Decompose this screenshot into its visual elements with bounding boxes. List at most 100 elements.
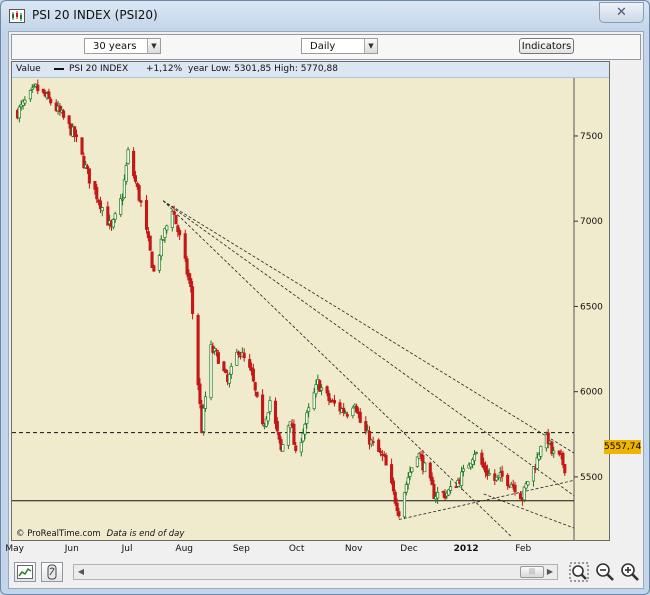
candle-body	[28, 89, 32, 100]
candle-body	[275, 421, 279, 432]
watermark-brand: © ProRealTime.com	[16, 529, 101, 539]
candle	[402, 492, 407, 520]
chevron-down-icon[interactable]: ▼	[147, 39, 160, 53]
candle-body	[423, 462, 427, 473]
candle-body	[474, 452, 478, 454]
candle-body	[390, 464, 394, 484]
interval-value: Daily	[310, 41, 336, 52]
drawing-tool-button[interactable]	[41, 562, 63, 582]
candle-body	[371, 441, 375, 443]
candle-body	[522, 486, 526, 501]
candle-body	[95, 187, 99, 200]
candle	[152, 264, 156, 272]
candle-body	[513, 484, 517, 493]
candle-body	[196, 315, 200, 386]
chart-scrollbar[interactable]: ◀ ||| ▶	[73, 564, 558, 580]
legend-value-label: Value	[16, 64, 41, 74]
candle	[80, 137, 84, 156]
indicators-button[interactable]: Indicators	[519, 38, 574, 54]
close-button[interactable]: ✕	[599, 2, 644, 23]
chevron-down-icon[interactable]: ▼	[364, 39, 377, 53]
candle-body	[393, 491, 397, 504]
candle-body	[85, 165, 90, 170]
candle-body	[391, 480, 395, 492]
candle-body	[62, 110, 66, 118]
candle-body	[248, 359, 252, 368]
x-tick-label: May	[5, 544, 24, 554]
candle-body	[191, 286, 195, 314]
x-tick-label: Sep	[232, 544, 250, 554]
candle-body	[526, 481, 530, 486]
zoom-out-icon	[596, 563, 614, 581]
candle-body	[320, 387, 324, 391]
candle	[286, 424, 290, 450]
candle-body	[327, 393, 331, 402]
candle-body	[74, 134, 79, 138]
candle-body	[100, 207, 104, 212]
candle	[224, 368, 228, 374]
candle-body	[292, 423, 296, 445]
candle	[150, 251, 154, 268]
y-tick-label: 6500	[580, 302, 603, 312]
candle-body	[36, 84, 40, 92]
candle-body	[345, 414, 349, 417]
chart-window: PSI 20 INDEX (PSI20) ✕ 30 years ▼ Daily …	[0, 0, 650, 595]
watermark-note: Data is end of day	[107, 529, 186, 539]
candle-body	[460, 471, 464, 486]
x-tick-label: Dec	[400, 544, 418, 554]
price-chart[interactable]: 5500 6000 6500 7000 7500 © ProRealTime.com Dat…	[11, 61, 610, 541]
y-tick-label: 6000	[580, 388, 603, 398]
chart-type-button[interactable]	[14, 562, 36, 582]
scroll-right-icon[interactable]: ▶	[543, 565, 557, 579]
candle-body	[351, 407, 355, 417]
candle	[202, 404, 206, 436]
zoom-out-button[interactable]	[594, 562, 616, 582]
candle	[216, 350, 220, 364]
candle-body	[150, 251, 154, 268]
candle-body	[139, 200, 143, 203]
candle-body	[119, 198, 123, 215]
x-tick-label: Aug	[175, 544, 193, 554]
candle-body	[189, 278, 193, 288]
candle-body	[165, 225, 169, 231]
zoom-box-button[interactable]	[568, 562, 590, 582]
candle	[191, 281, 195, 320]
candle-body	[30, 87, 34, 90]
zoom-in-icon	[621, 563, 639, 581]
candle-body	[377, 439, 381, 452]
scroll-left-icon[interactable]: ◀	[74, 565, 88, 579]
candle-body	[144, 200, 149, 230]
x-tick-label: Nov	[344, 544, 363, 554]
interval-select[interactable]: Daily ▼	[301, 38, 378, 54]
candle-body	[430, 476, 434, 486]
candle-body	[495, 476, 499, 481]
legend-range: year Low: 5301,85 High: 5770,88	[188, 64, 338, 74]
candle-body	[133, 175, 138, 182]
candle-body	[312, 391, 316, 410]
candle-body	[172, 211, 176, 215]
candle-body	[203, 396, 208, 409]
candle	[124, 162, 128, 185]
period-select[interactable]: 30 years ▼	[84, 38, 161, 54]
candle	[196, 313, 200, 391]
legend-series-name: PSI 20 INDEX	[69, 64, 129, 74]
scroll-thumb[interactable]: |||	[520, 566, 544, 578]
candle-body	[67, 115, 71, 125]
candle-body	[552, 450, 556, 454]
candle-body	[229, 366, 233, 375]
candle-body	[126, 149, 130, 164]
candle-body	[395, 502, 399, 512]
chart-svg[interactable]: 5500 6000 6500 7000 7500 © ProRealTime.com Dat…	[12, 62, 609, 540]
candle-body	[441, 491, 445, 493]
candle-body	[178, 230, 182, 236]
series-swatch	[54, 68, 64, 70]
zoom-in-button[interactable]	[619, 562, 641, 582]
candle-body	[408, 471, 412, 477]
candle-body	[307, 407, 311, 412]
candle-body	[358, 411, 362, 423]
candle-body	[332, 400, 337, 404]
candle-body	[397, 511, 401, 517]
x-tick-label: Oct	[288, 544, 305, 554]
candle-body	[563, 464, 567, 474]
candle-body	[242, 352, 246, 359]
